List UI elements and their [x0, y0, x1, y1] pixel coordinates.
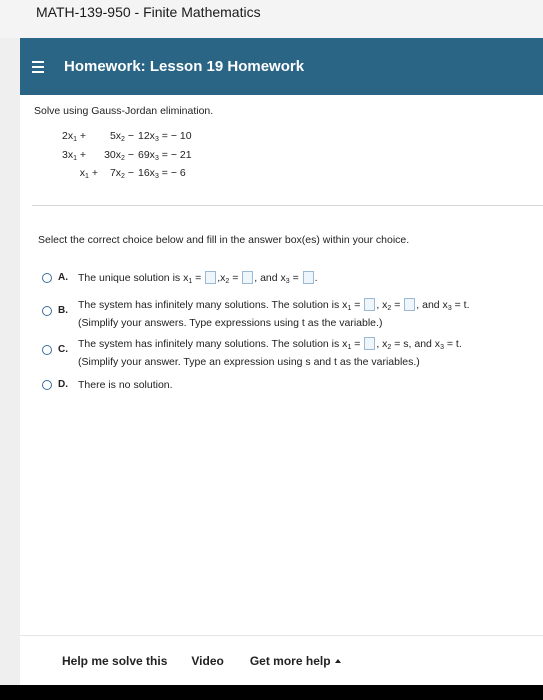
answer-box-a-x2[interactable]	[242, 271, 254, 284]
get-more-help-label: Get more help	[249, 653, 331, 668]
choice-c-text: The system has infinitely many solutions…	[78, 337, 462, 368]
help-footer: Help me solve this Video Get more help	[20, 635, 543, 685]
menu-icon[interactable]	[32, 60, 54, 73]
choice-b-note: (Simplify your answers. Type expressions…	[78, 317, 383, 329]
choice-b-letter: B.	[58, 305, 68, 316]
answer-box-a-x3[interactable]	[302, 271, 314, 284]
left-margin	[0, 38, 20, 685]
equation-row: 3x1 + 30x2 − 69x3 = − 21	[62, 148, 192, 162]
choice-b-text: The system has infinitely many solutions…	[78, 298, 470, 329]
radio-b[interactable]	[42, 306, 52, 316]
choice-a[interactable]: A. The unique solution is x1 = ,x2 = , a…	[42, 271, 318, 289]
choice-a-letter: A.	[58, 272, 68, 283]
equation-system: 2x1 + 5x2 − 12x3 = − 10 3x1 + 30x2 − 69x…	[62, 129, 218, 185]
bottom-bar	[0, 685, 543, 700]
answer-box-b-x2[interactable]	[404, 298, 416, 311]
equation-row: x1 + 7x2 − 16x3 = − 6	[79, 167, 186, 180]
choice-d[interactable]: D. There is no solution.	[42, 378, 173, 392]
radio-d[interactable]	[42, 380, 52, 390]
course-title: MATH-139-950 - Finite Mathematics	[0, 0, 543, 38]
choice-c-letter: C.	[58, 344, 68, 355]
choice-c[interactable]: C. The system has infinitely many soluti…	[42, 337, 462, 369]
caret-up-icon	[334, 658, 341, 663]
help-me-solve-button[interactable]: Help me solve this	[62, 654, 167, 668]
answer-box-c-x1[interactable]	[364, 337, 376, 350]
choice-d-text: There is no solution.	[78, 379, 173, 391]
video-button[interactable]: Video	[191, 654, 223, 668]
section-divider	[32, 205, 543, 206]
radio-c[interactable]	[42, 345, 52, 355]
equation-row: 2x1 + 5x2 − 12x3 = − 10	[62, 130, 192, 143]
instruction-text: Select the correct choice below and fill…	[38, 234, 410, 246]
homework-title: Homework: Lesson 19 Homework	[64, 58, 305, 75]
get-more-help-button[interactable]: Get more help	[250, 654, 341, 668]
question-panel: Solve using Gauss-Jordan elimination. 2x…	[20, 95, 543, 685]
problem-prompt: Solve using Gauss-Jordan elimination.	[34, 105, 214, 117]
homework-header: Homework: Lesson 19 Homework	[20, 38, 543, 95]
answer-box-b-x1[interactable]	[364, 298, 376, 311]
choice-a-text: The unique solution is x1 = ,x2 = , and …	[78, 271, 318, 285]
choice-b[interactable]: B. The system has infinitely many soluti…	[42, 298, 470, 330]
answer-box-a-x1[interactable]	[205, 271, 217, 284]
radio-a[interactable]	[42, 273, 52, 283]
choice-c-note: (Simplify your answer. Type an expressio…	[78, 356, 420, 368]
choice-d-letter: D.	[58, 379, 68, 390]
